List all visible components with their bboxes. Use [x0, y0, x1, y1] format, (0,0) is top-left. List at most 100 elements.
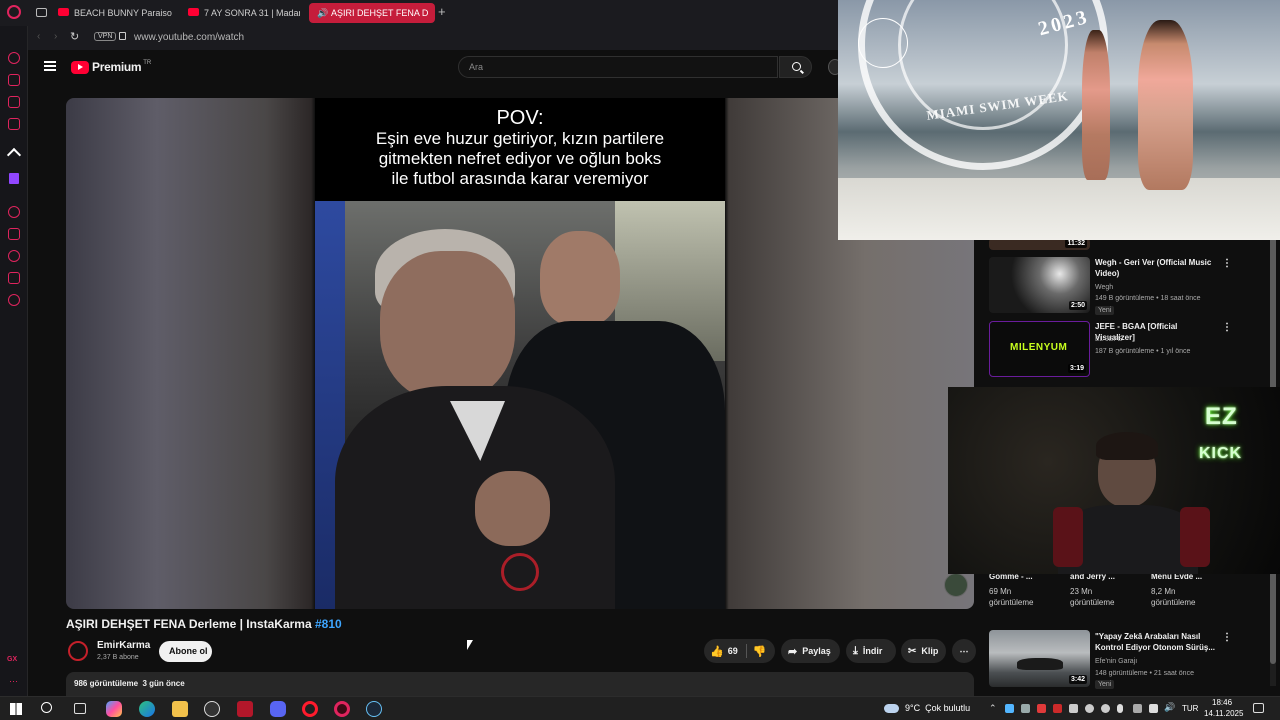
- rec-thumb-2[interactable]: MILENYUM 3:19: [989, 321, 1090, 377]
- gaming-icon[interactable]: [8, 74, 20, 86]
- caption-line-2: gitmekten nefret ediyor ve oğlun boks: [378, 149, 662, 168]
- notification-icon[interactable]: [1253, 703, 1264, 713]
- tray-overflow-icon[interactable]: ⌃: [989, 703, 997, 714]
- rec-thumb-3[interactable]: 3:42: [989, 630, 1090, 687]
- rec-menu-3[interactable]: ⋮: [1222, 632, 1232, 643]
- microphone-icon[interactable]: [1117, 704, 1123, 713]
- task-view-icon[interactable]: [74, 703, 86, 714]
- vpn-badge[interactable]: VPN: [94, 32, 117, 41]
- tray-app-icon[interactable]: [1037, 704, 1046, 713]
- clock-time[interactable]: 18:46: [1212, 698, 1232, 707]
- rec-duration-3: 3:42: [1068, 675, 1087, 684]
- channel-watermark-icon[interactable]: [944, 573, 968, 597]
- player-icon[interactable]: [8, 206, 20, 218]
- overlay-webcam: EZ KICK: [948, 387, 1280, 574]
- search-input[interactable]: Ara: [458, 56, 778, 78]
- settings-icon[interactable]: [8, 294, 20, 306]
- new-tab-button[interactable]: +: [438, 4, 446, 19]
- windows-start-icon[interactable]: [10, 703, 22, 715]
- short-views-0: 69 Mn: [989, 587, 1012, 596]
- more-actions-button[interactable]: ⋯: [952, 639, 976, 663]
- rec-menu-1[interactable]: ⋮: [1222, 258, 1232, 269]
- twitch-icon[interactable]: [9, 173, 19, 184]
- tab-label: 7 AY SONRA 31 | Madara: [204, 8, 300, 18]
- man-right-head: [540, 231, 620, 326]
- forward-icon[interactable]: ›: [54, 31, 57, 42]
- search-placeholder: Ara: [469, 62, 484, 72]
- whatsapp-icon[interactable]: [8, 96, 20, 108]
- share-button[interactable]: ➦ Paylaş: [781, 639, 840, 663]
- copilot-icon[interactable]: [106, 701, 122, 717]
- messenger-icon[interactable]: [8, 118, 20, 130]
- search-button[interactable]: [779, 56, 812, 78]
- tab-beach-bunny[interactable]: BEACH BUNNY Paraiso M: [52, 3, 172, 23]
- like-dislike-group: 👍 69 👎: [704, 639, 775, 663]
- rec-menu-2[interactable]: ⋮: [1222, 322, 1232, 333]
- tray-app-icon[interactable]: [1069, 704, 1078, 713]
- tiktok-icon[interactable]: [6, 147, 22, 163]
- description-box[interactable]: 986 görüntüleme 3 gün önce: [66, 672, 974, 696]
- like-button[interactable]: 👍 69: [704, 645, 738, 658]
- menu-icon[interactable]: [44, 61, 56, 71]
- tab-asiri-dehset[interactable]: 🔊 AŞIRI DEHŞET FENA D: [309, 3, 435, 23]
- opera-gx-icon[interactable]: [334, 701, 350, 717]
- channel-avatar[interactable]: [68, 641, 88, 661]
- rec-duration-2: 3:19: [1067, 364, 1086, 373]
- obs-icon[interactable]: [204, 701, 220, 717]
- video-caption-block: POV: Eşin eve huzur getiriyor, kızın par…: [315, 98, 725, 201]
- weather-text[interactable]: 9°C Çok bulutlu: [905, 703, 970, 713]
- language-indicator[interactable]: TUR: [1182, 704, 1198, 713]
- youtube-masthead: Premium TR Ara: [28, 50, 842, 86]
- clip-button[interactable]: ✂ Klip: [901, 639, 946, 663]
- rec-channel-1[interactable]: Wegh: [1095, 283, 1113, 292]
- file-explorer-icon[interactable]: [172, 701, 188, 717]
- more-icon[interactable]: ⋯: [9, 676, 18, 687]
- lock-icon[interactable]: [119, 32, 126, 40]
- downloads-icon[interactable]: [8, 272, 20, 284]
- url-field[interactable]: www.youtube.com/watch: [134, 32, 244, 43]
- discord-icon[interactable]: [270, 701, 286, 717]
- reload-icon[interactable]: ↻: [70, 30, 79, 43]
- tray-app-icon[interactable]: [1005, 704, 1014, 713]
- download-button[interactable]: ⤓ İndir: [846, 639, 896, 663]
- network-icon[interactable]: [1149, 704, 1158, 713]
- tray-app-icon[interactable]: [1021, 704, 1030, 713]
- tab-7-ay-sonra[interactable]: 7 AY SONRA 31 | Madara: [182, 3, 300, 23]
- opera-icon[interactable]: [302, 701, 318, 717]
- short-views-1: 23 Mn: [1070, 587, 1093, 596]
- rec-channel-2[interactable]: EL JEFE: [1095, 335, 1122, 344]
- neon-sign-bottom: KICK: [1199, 445, 1243, 462]
- tray-app-icon[interactable]: [1053, 704, 1062, 713]
- back-icon[interactable]: ‹: [37, 31, 40, 42]
- weather-icon[interactable]: [884, 704, 899, 713]
- bookmarks-icon[interactable]: [8, 228, 20, 240]
- short-unit-1: görüntüleme: [1070, 598, 1115, 607]
- tab-islands-icon[interactable]: [36, 8, 47, 17]
- thumbs-up-icon: 👍: [710, 645, 724, 658]
- search-icon[interactable]: [41, 702, 52, 713]
- channel-name[interactable]: EmirKarma: [97, 640, 150, 651]
- rec-title-3[interactable]: "Yapay Zekâ Arabaları Nasıl Kontrol Ediy…: [1095, 631, 1217, 653]
- tray-app-icon[interactable]: [1085, 704, 1094, 713]
- aria-icon[interactable]: [8, 52, 20, 64]
- tray-app-icon[interactable]: [1101, 704, 1110, 713]
- dislike-button[interactable]: 👎: [753, 645, 767, 658]
- rec-title-1[interactable]: Wegh - Geri Ver (Official Music Video): [1095, 257, 1217, 279]
- short-views-2: 8,2 Mn: [1151, 587, 1176, 596]
- video-editor-icon[interactable]: [237, 701, 253, 717]
- subscribe-button[interactable]: Abone ol: [159, 641, 212, 662]
- volume-icon[interactable]: 🔊: [1164, 702, 1175, 713]
- youtube-logo[interactable]: Premium TR: [71, 60, 151, 74]
- subscribe-label: Abone ol: [169, 646, 208, 656]
- clock-date[interactable]: 14.11.2025: [1204, 709, 1243, 718]
- tray-app-icon[interactable]: [1133, 704, 1142, 713]
- rec-channel-3[interactable]: Efe'nin Garajı: [1095, 657, 1137, 666]
- short-unit-0: görüntüleme: [989, 598, 1034, 607]
- edge-icon[interactable]: [139, 701, 155, 717]
- rec-thumb-1[interactable]: 2:50: [989, 257, 1090, 313]
- video-hashtag[interactable]: #810: [315, 617, 342, 631]
- opera-logo-icon[interactable]: [7, 5, 21, 19]
- steam-icon[interactable]: [366, 701, 382, 717]
- man-left-head: [380, 251, 515, 401]
- history-icon[interactable]: [8, 250, 20, 262]
